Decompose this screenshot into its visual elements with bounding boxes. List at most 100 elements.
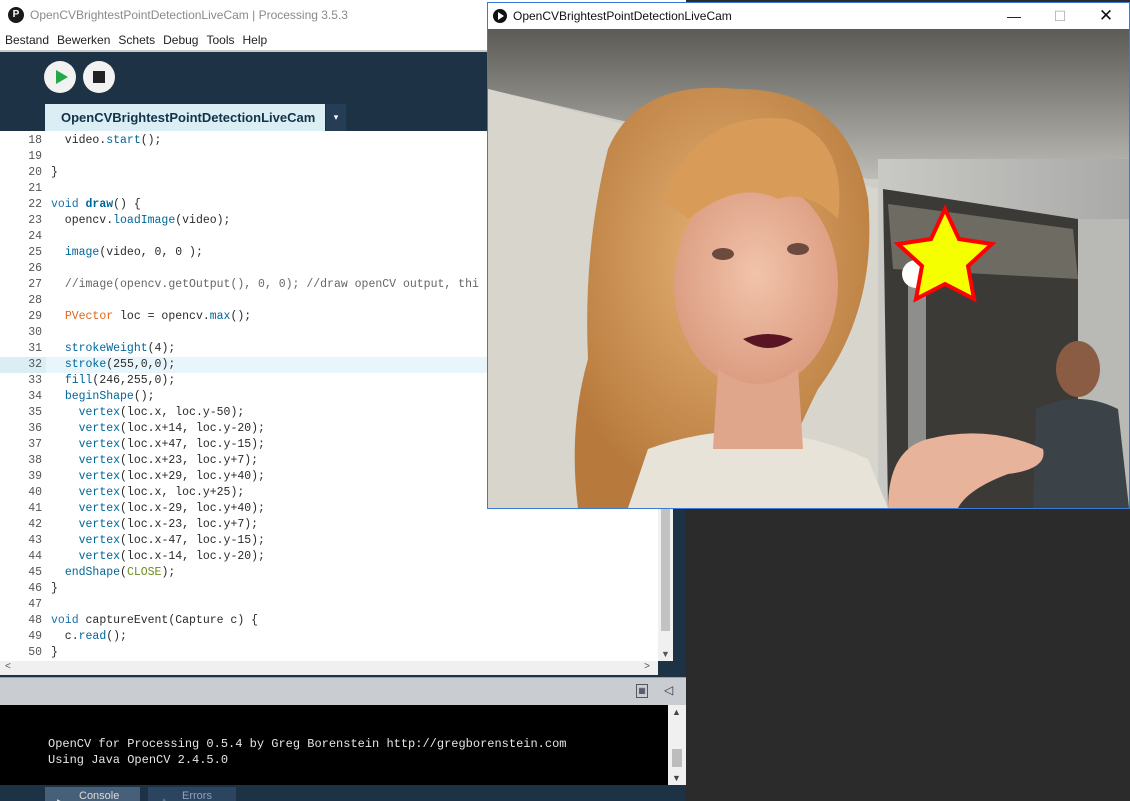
line-number: 50 bbox=[28, 646, 42, 659]
console-scrollbar[interactable]: ▲ ▼ bbox=[668, 705, 686, 785]
line-number: 38 bbox=[28, 454, 42, 467]
tab-sketch[interactable]: OpenCVBrightestPointDetectionLiveCam bbox=[45, 104, 325, 131]
collapse-console-icon[interactable]: ◁ bbox=[664, 683, 673, 697]
stop-button[interactable] bbox=[83, 61, 115, 93]
warning-icon: ⚠ bbox=[160, 793, 168, 801]
code-line[interactable]: vertex(loc.x+14, loc.y-20); bbox=[51, 421, 265, 437]
line-number: 34 bbox=[28, 390, 42, 403]
line-number: 23 bbox=[28, 214, 42, 227]
console-line: OpenCV for Processing 0.5.4 by Greg Bore… bbox=[48, 737, 567, 751]
line-number: 42 bbox=[28, 518, 42, 531]
run-button[interactable] bbox=[44, 61, 76, 93]
processing-sketch-icon bbox=[493, 9, 507, 23]
clipboard-icon[interactable]: ▦ bbox=[636, 684, 648, 698]
line-number: 33 bbox=[28, 374, 42, 387]
line-number: 20 bbox=[28, 166, 42, 179]
code-line[interactable]: vertex(loc.x-47, loc.y-15); bbox=[51, 533, 265, 549]
code-line[interactable]: vertex(loc.x-14, loc.y-20); bbox=[51, 549, 265, 565]
console-scroll-thumb[interactable] bbox=[672, 749, 682, 767]
line-number: 45 bbox=[28, 566, 42, 579]
line-number: 49 bbox=[28, 630, 42, 643]
code-line[interactable]: } bbox=[51, 581, 58, 597]
menu-schets[interactable]: Schets bbox=[113, 30, 158, 50]
code-line[interactable]: PVector loc = opencv.max(); bbox=[51, 309, 251, 325]
scroll-up-arrow-icon[interactable]: ▲ bbox=[672, 707, 681, 717]
line-number: 48 bbox=[28, 614, 42, 627]
chevron-down-icon: ▾ bbox=[333, 112, 339, 122]
line-number: 24 bbox=[28, 230, 42, 243]
line-number: 29 bbox=[28, 310, 42, 323]
line-number: 43 bbox=[28, 534, 42, 547]
editor-horizontal-scrollbar[interactable]: < > bbox=[0, 661, 658, 675]
line-number: 31 bbox=[28, 342, 42, 355]
code-line[interactable]: //image(opencv.getOutput(), 0, 0); //dra… bbox=[51, 277, 479, 293]
tab-menu-button[interactable]: ▾ bbox=[326, 104, 346, 131]
console-header: ▦ ◁ bbox=[0, 677, 686, 705]
code-line[interactable]: beginShape(); bbox=[51, 389, 155, 405]
maximize-button[interactable]: ☐ bbox=[1037, 3, 1083, 29]
code-line[interactable]: opencv.loadImage(video); bbox=[51, 213, 231, 229]
line-number: 22 bbox=[28, 198, 42, 211]
code-line[interactable]: void captureEvent(Capture c) { bbox=[51, 613, 258, 629]
tab-console-label: Console bbox=[79, 790, 120, 801]
tab-errors[interactable]: ⚠ Errors bbox=[148, 787, 236, 801]
code-line[interactable]: vertex(loc.x, loc.y-50); bbox=[51, 405, 245, 421]
menu-help[interactable]: Help bbox=[238, 30, 271, 50]
tab-console[interactable]: ▶ Console bbox=[45, 787, 140, 801]
scroll-left-arrow-icon[interactable]: < bbox=[5, 661, 11, 672]
code-line[interactable]: stroke(255,0,0); bbox=[51, 357, 175, 373]
stop-icon bbox=[93, 71, 105, 83]
close-button[interactable]: ✕ bbox=[1083, 3, 1129, 29]
line-number: 35 bbox=[28, 406, 42, 419]
line-number: 18 bbox=[28, 134, 42, 147]
scroll-down-arrow-icon[interactable]: ▼ bbox=[661, 649, 670, 659]
ide-window-title: OpenCVBrightestPointDetectionLiveCam | P… bbox=[30, 8, 348, 22]
sketch-titlebar[interactable]: OpenCVBrightestPointDetectionLiveCam — ☐… bbox=[488, 3, 1129, 29]
console-icon: ▶ bbox=[57, 793, 64, 801]
camera-feed bbox=[488, 29, 1129, 508]
console-line: Using Java OpenCV 2.4.5.0 bbox=[48, 753, 229, 767]
line-number: 32 bbox=[28, 358, 42, 371]
code-line[interactable]: strokeWeight(4); bbox=[51, 341, 175, 357]
code-line[interactable]: void draw() { bbox=[51, 197, 141, 213]
line-number: 28 bbox=[28, 294, 42, 307]
play-icon bbox=[56, 70, 68, 84]
processing-app-icon: P bbox=[8, 7, 24, 23]
line-number: 39 bbox=[28, 470, 42, 483]
line-number: 40 bbox=[28, 486, 42, 499]
code-line[interactable]: endShape(CLOSE); bbox=[51, 565, 175, 581]
code-line[interactable]: } bbox=[51, 645, 58, 661]
menu-tools[interactable]: Tools bbox=[201, 30, 237, 50]
code-line[interactable]: vertex(loc.x-29, loc.y+40); bbox=[51, 501, 265, 517]
bottom-tab-bar: ▶ Console ⚠ Errors bbox=[0, 785, 686, 801]
code-line[interactable]: image(video, 0, 0 ); bbox=[51, 245, 203, 261]
line-number: 41 bbox=[28, 502, 42, 515]
minimize-button[interactable]: — bbox=[991, 3, 1037, 29]
console-output: OpenCV for Processing 0.5.4 by Greg Bore… bbox=[0, 705, 668, 785]
scroll-down-arrow-icon[interactable]: ▼ bbox=[672, 773, 681, 783]
code-line[interactable]: vertex(loc.x+29, loc.y+40); bbox=[51, 469, 265, 485]
menu-debug[interactable]: Debug bbox=[158, 30, 201, 50]
desktop-background bbox=[686, 508, 1130, 801]
menu-bewerken[interactable]: Bewerken bbox=[52, 30, 113, 50]
code-line[interactable]: video.start(); bbox=[51, 133, 162, 149]
line-number: 25 bbox=[28, 246, 42, 259]
code-line[interactable]: fill(246,255,0); bbox=[51, 373, 175, 389]
line-number: 21 bbox=[28, 182, 42, 195]
code-line[interactable]: vertex(loc.x, loc.y+25); bbox=[51, 485, 245, 501]
sketch-window-title: OpenCVBrightestPointDetectionLiveCam bbox=[513, 9, 732, 23]
code-line[interactable]: vertex(loc.x-23, loc.y+7); bbox=[51, 517, 258, 533]
line-number: 27 bbox=[28, 278, 42, 291]
line-number-gutter: 18 19 20 21 22 23 24 25 26 27 28 29 30 31 32 33 34 35 36 37… bbox=[0, 131, 46, 661]
code-line[interactable]: vertex(loc.x+23, loc.y+7); bbox=[51, 453, 258, 469]
webcam-image bbox=[488, 29, 1129, 508]
scroll-right-arrow-icon[interactable]: > bbox=[644, 661, 650, 672]
menu-bestand[interactable]: Bestand bbox=[0, 30, 52, 50]
code-line[interactable]: vertex(loc.x+47, loc.y-15); bbox=[51, 437, 265, 453]
code-line[interactable]: c.read(); bbox=[51, 629, 127, 645]
line-number: 47 bbox=[28, 598, 42, 611]
sketch-window: OpenCVBrightestPointDetectionLiveCam — ☐… bbox=[487, 2, 1130, 509]
line-number: 37 bbox=[28, 438, 42, 451]
code-line[interactable]: } bbox=[51, 165, 58, 181]
line-number: 26 bbox=[28, 262, 42, 275]
